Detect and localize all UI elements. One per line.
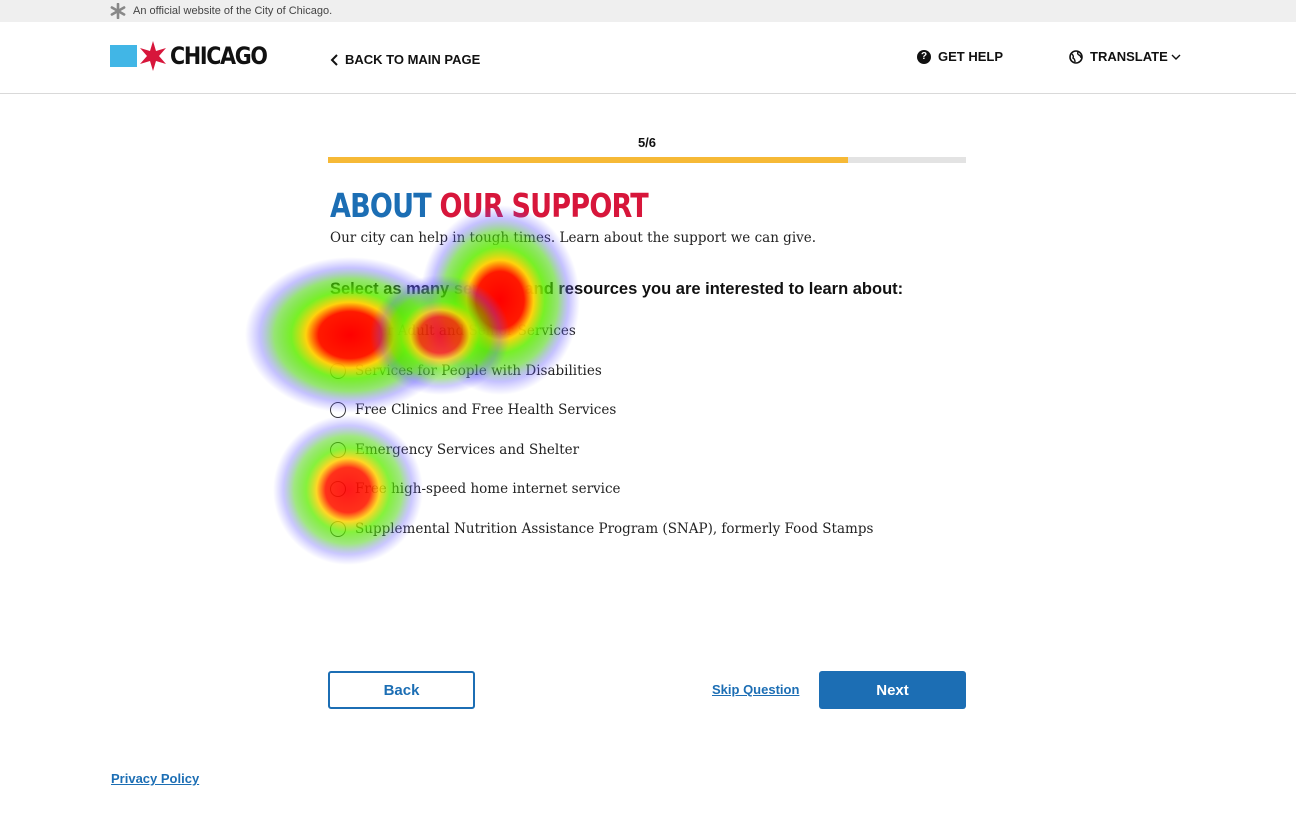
official-banner: An official website of the City of Chica… bbox=[0, 0, 1296, 22]
back-button[interactable]: Back bbox=[328, 671, 475, 709]
option-label: Supplemental Nutrition Assistance Progra… bbox=[355, 520, 874, 537]
progress-fill bbox=[328, 157, 848, 163]
option-home-internet[interactable]: Free high-speed home internet service bbox=[330, 480, 873, 498]
get-help-label: GET HELP bbox=[938, 49, 1004, 64]
step-indicator: 5/6 bbox=[637, 135, 657, 150]
translate-label: TRANSLATE bbox=[1090, 49, 1168, 64]
back-to-main-label: BACK TO MAIN PAGE bbox=[345, 52, 481, 67]
globe-icon bbox=[1069, 49, 1083, 64]
option-label: Services for People with Disabilities bbox=[355, 362, 602, 379]
chicago-logo[interactable]: CHICAGO bbox=[110, 40, 282, 72]
page-subtitle: Our city can help in tough times. Learn … bbox=[330, 230, 817, 246]
official-text: An official website of the City of Chica… bbox=[133, 5, 333, 17]
get-help-link[interactable]: ? GET HELP bbox=[917, 49, 1003, 64]
progress-bar bbox=[328, 157, 966, 163]
chevron-left-icon bbox=[330, 53, 338, 66]
option-label: Free Clinics and Free Health Services bbox=[355, 402, 617, 418]
star-icon bbox=[110, 3, 126, 19]
option-label: Emergency Services and Shelter bbox=[355, 441, 580, 458]
option-label: Free high-speed home internet service bbox=[355, 481, 621, 497]
options-list: Older Adult and Senior Services Services… bbox=[330, 322, 873, 559]
privacy-policy-link[interactable]: Privacy Policy bbox=[111, 771, 199, 786]
skip-question-link[interactable]: Skip Question bbox=[712, 682, 799, 697]
option-label: Older Adult and Senior Services bbox=[355, 323, 576, 339]
option-emergency-shelter[interactable]: Emergency Services and Shelter bbox=[330, 441, 873, 459]
option-older-adult-services[interactable]: Older Adult and Senior Services bbox=[330, 322, 873, 340]
title-part-2: OUR SUPPORT bbox=[439, 186, 649, 225]
translate-dropdown[interactable]: TRANSLATE bbox=[1069, 49, 1181, 64]
question-text: Select as many services and resources yo… bbox=[330, 280, 904, 298]
chevron-down-icon bbox=[1171, 54, 1181, 60]
page-title: ABOUT OUR SUPPORT bbox=[330, 186, 649, 225]
radio-button[interactable] bbox=[330, 323, 346, 339]
title-part-1: ABOUT bbox=[330, 186, 432, 225]
radio-button[interactable] bbox=[330, 362, 346, 379]
site-header: CHICAGO BACK TO MAIN PAGE ? GET HELP TRA… bbox=[0, 22, 1296, 94]
red-star-icon bbox=[140, 41, 166, 71]
radio-button[interactable] bbox=[330, 402, 346, 418]
logo-wordmark: CHICAGO bbox=[170, 42, 268, 70]
radio-button[interactable] bbox=[330, 481, 346, 497]
option-free-clinics[interactable]: Free Clinics and Free Health Services bbox=[330, 401, 873, 419]
option-disability-services[interactable]: Services for People with Disabilities bbox=[330, 362, 873, 380]
option-snap[interactable]: Supplemental Nutrition Assistance Progra… bbox=[330, 520, 873, 538]
radio-button[interactable] bbox=[330, 441, 346, 458]
back-to-main-link[interactable]: BACK TO MAIN PAGE bbox=[330, 52, 480, 67]
radio-button[interactable] bbox=[330, 520, 346, 537]
flag-stripe bbox=[110, 45, 137, 67]
next-button[interactable]: Next bbox=[819, 671, 966, 709]
help-circle-icon: ? bbox=[917, 49, 931, 64]
